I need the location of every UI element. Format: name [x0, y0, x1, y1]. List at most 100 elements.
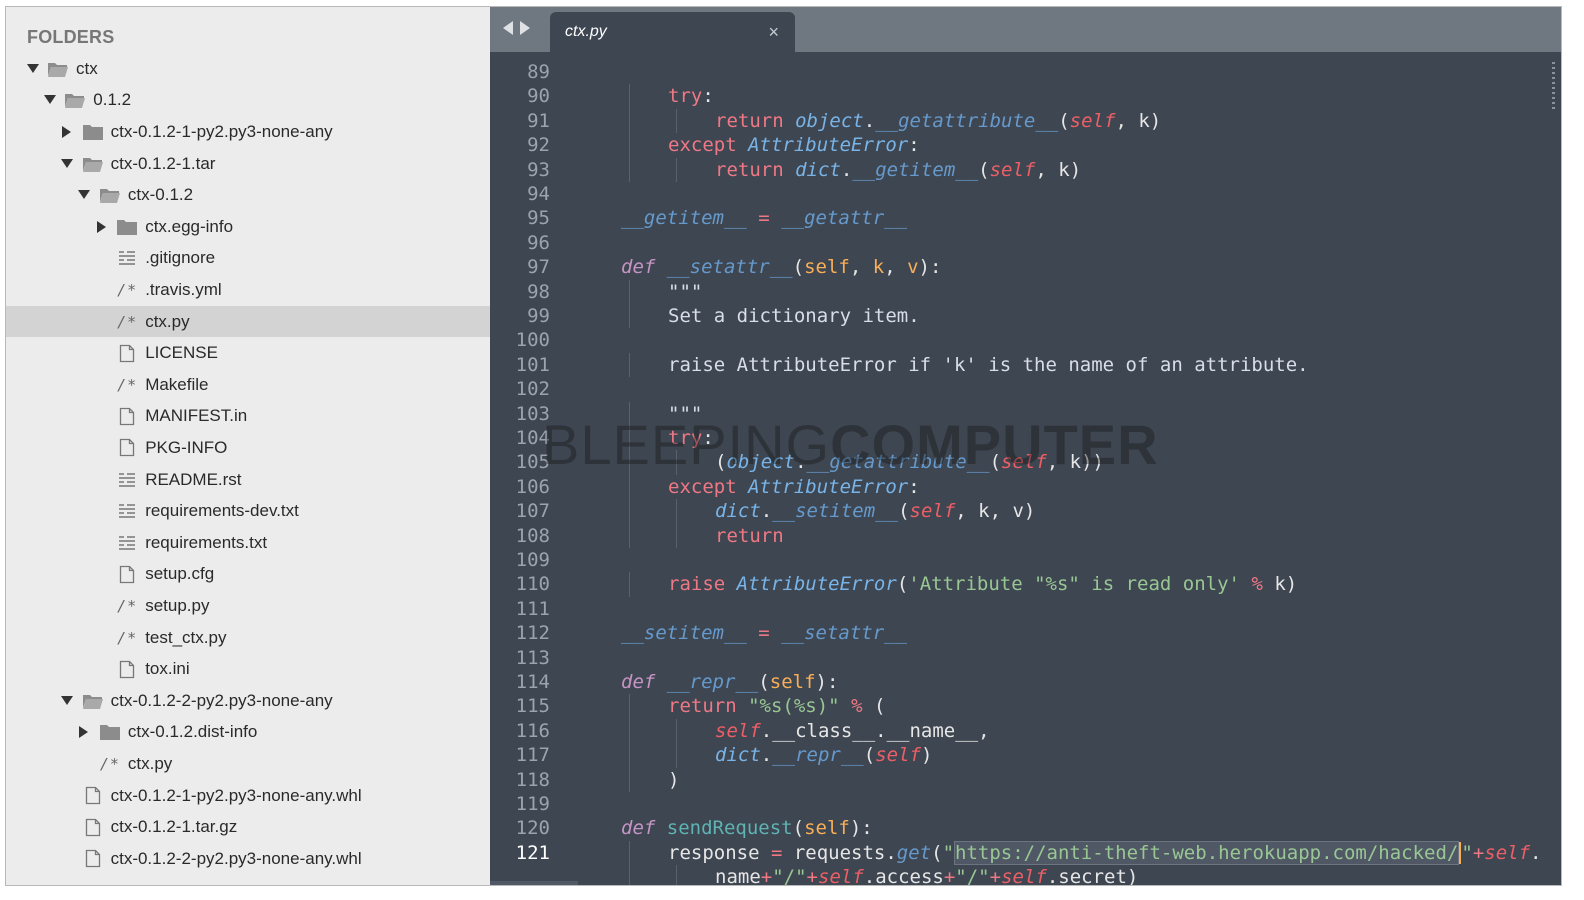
tree-file[interactable]: /* ctx.py	[6, 748, 490, 780]
tree-file[interactable]: ctx-0.1.2-1.tar.gz	[6, 811, 490, 843]
code-token: def	[621, 256, 656, 279]
tree-folder[interactable]: ctx-0.1.2.dist-info	[6, 717, 490, 749]
tree-file[interactable]: README.rst	[6, 464, 490, 496]
code-line[interactable]: """	[668, 280, 702, 304]
disclosure-open-icon[interactable]	[59, 692, 76, 709]
code-token: dict	[715, 500, 761, 523]
tree-file[interactable]: PKG-INFO	[6, 432, 490, 464]
code-line[interactable]: name+"/"+self.access+"/"+self.secret)	[715, 865, 1138, 886]
code-token: "/"	[772, 866, 807, 886]
tree-file[interactable]: setup.cfg	[6, 559, 490, 591]
line-number: 103	[515, 402, 550, 425]
disclosure-closed-icon[interactable]	[93, 218, 110, 235]
code-token: return	[715, 109, 784, 132]
text-lines-icon	[116, 248, 138, 268]
code-token: +	[760, 866, 773, 886]
code-token: response	[668, 841, 771, 864]
tree-file[interactable]: requirements.txt	[6, 527, 490, 559]
disclosure-open-icon[interactable]	[59, 155, 76, 172]
code-token: dict	[795, 158, 841, 181]
indent-guide	[676, 523, 677, 548]
code-token: def	[621, 817, 656, 840]
code-line[interactable]: try:	[668, 84, 714, 108]
code-line[interactable]: def __repr__(self):	[621, 670, 838, 694]
code-line[interactable]: Set a dictionary item.	[668, 304, 920, 328]
code-token: __repr__	[772, 744, 864, 767]
tree-folder[interactable]: ctx-0.1.2-1-py2.py3-none-any	[6, 116, 490, 148]
code-token: +	[1472, 841, 1485, 864]
code-token: sendRequest	[666, 817, 793, 840]
tree-file[interactable]: /* setup.py	[6, 590, 490, 622]
disclosure-open-icon[interactable]	[76, 187, 93, 204]
disclosure-open-icon[interactable]	[24, 60, 41, 77]
indent-guide	[629, 84, 630, 109]
code-line[interactable]: dict.__repr__(self)	[715, 743, 932, 767]
code-line[interactable]: )	[668, 768, 679, 792]
line-number: 92	[527, 134, 550, 157]
code-line[interactable]: raise AttributeError('Attribute "%s" is …	[668, 572, 1297, 596]
line-number: 112	[515, 622, 550, 645]
tree-item-label: ctx-0.1.2-2-py2.py3-none-any.whl	[110, 848, 362, 868]
tree-item-label: ctx.py	[145, 311, 190, 331]
tree-file[interactable]: requirements-dev.txt	[6, 495, 490, 527]
code-line[interactable]: __getitem__ = __getattr__	[621, 206, 907, 230]
tree-folder[interactable]: 0.1.2	[6, 85, 490, 117]
tree-file[interactable]: ctx-0.1.2-2-py2.py3-none-any.whl	[6, 843, 490, 875]
code-line[interactable]: def __setattr__(self, k, v):	[621, 255, 941, 279]
tree-folder[interactable]: ctx	[6, 53, 490, 85]
tree-file[interactable]: MANIFEST.in	[6, 401, 490, 433]
code-line[interactable]: return "%s(%s)" % (	[668, 694, 885, 718]
tree-file[interactable]: .gitignore	[6, 243, 490, 275]
nav-back-icon[interactable]	[503, 21, 513, 35]
folders-header: FOLDERS	[27, 27, 115, 47]
tree-folder[interactable]: ctx-0.1.2-1.tar	[6, 148, 490, 180]
nav-forward-icon[interactable]	[520, 21, 530, 35]
code-line[interactable]: dict.__setitem__(self, k, v)	[715, 499, 1035, 523]
disclosure-open-icon[interactable]	[41, 92, 58, 109]
code-line[interactable]: return object.__getattribute__(self, k)	[715, 109, 1161, 133]
tree-folder[interactable]: ctx-0.1.2	[6, 179, 490, 211]
code-line[interactable]: raise AttributeError if 'k' is the name …	[668, 353, 1309, 377]
tree-item-label: .gitignore	[145, 248, 216, 268]
code-line[interactable]: return dict.__getitem__(self, k)	[715, 158, 1081, 182]
indent-guide	[676, 108, 677, 134]
tree-file[interactable]: tox.ini	[6, 653, 490, 685]
tree-file[interactable]: /* ctx.py	[6, 305, 490, 338]
code-line[interactable]: response = requests.get("https://anti-th…	[668, 840, 1542, 865]
code-line[interactable]: except AttributeError:	[668, 133, 920, 157]
tree-file[interactable]: /* .travis.yml	[6, 274, 490, 306]
disclosure-closed-icon[interactable]	[76, 724, 93, 741]
code-token: .	[1530, 841, 1542, 864]
code-token: def	[621, 671, 656, 693]
code-line[interactable]: def sendRequest(self):	[621, 816, 873, 840]
tab-ctx-py[interactable]: ctx.py ×	[550, 12, 795, 52]
code-line[interactable]: self.__class__.__name__,	[715, 719, 990, 743]
code-token: %	[851, 695, 863, 718]
tree-file[interactable]: ctx-0.1.2-1-py2.py3-none-any.whl	[6, 780, 490, 812]
folder-open-icon	[64, 90, 86, 110]
tree-item-label: ctx-0.1.2.dist-info	[127, 722, 258, 742]
code-line[interactable]: except AttributeError:	[668, 475, 920, 499]
tree-folder[interactable]: ctx-0.1.2-2-py2.py3-none-any	[6, 685, 490, 717]
code-line[interactable]: __setitem__ = __setattr__	[621, 621, 907, 645]
code-line[interactable]: return	[715, 524, 784, 548]
editor-pane[interactable]: ctx.py × 89 90 91 92 93 94 95 96 97 98 99 100 101 102…	[490, 7, 1561, 885]
tree-item-label: requirements-dev.txt	[145, 501, 299, 521]
code-token: +	[806, 866, 818, 886]
tree-folder[interactable]: ctx.egg-info	[6, 211, 490, 243]
tree-file[interactable]: /* Makefile	[6, 369, 490, 401]
indent-guide	[629, 499, 630, 524]
disclosure-closed-icon[interactable]	[59, 123, 76, 140]
code-token: self	[989, 158, 1036, 181]
code-token: :	[702, 85, 714, 108]
tree-file[interactable]: LICENSE	[6, 337, 490, 369]
tree-file[interactable]: /* test_ctx.py	[6, 622, 490, 654]
close-icon[interactable]: ×	[768, 22, 779, 43]
line-number: 97	[527, 256, 550, 279]
